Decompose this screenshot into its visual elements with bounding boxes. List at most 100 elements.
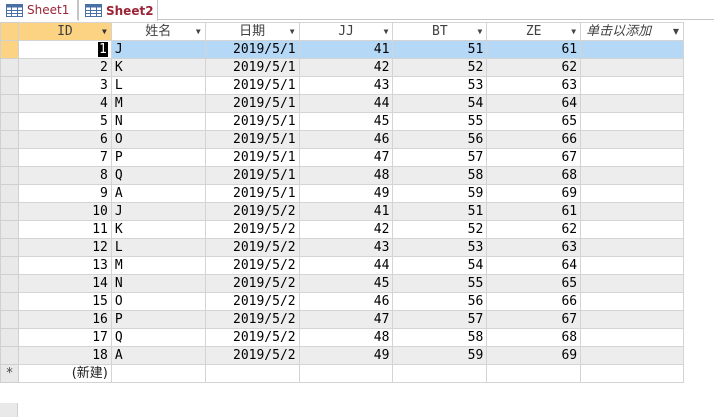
- row-selector[interactable]: [0, 40, 19, 59]
- cell-bt[interactable]: 56: [392, 292, 488, 311]
- cell-jj[interactable]: 42: [298, 58, 394, 77]
- table-row[interactable]: 7 P 2019/5/1 47 57 67: [0, 148, 714, 167]
- cell-jj[interactable]: 46: [298, 292, 394, 311]
- cell-ze[interactable]: 61: [486, 40, 582, 59]
- chevron-down-icon[interactable]: ▼: [384, 24, 389, 40]
- cell-ze[interactable]: 64: [486, 94, 582, 113]
- cell-jj[interactable]: 43: [298, 238, 394, 257]
- cell-ze[interactable]: 66: [486, 292, 582, 311]
- cell-jj[interactable]: 41: [298, 40, 394, 59]
- table-row[interactable]: 17 Q 2019/5/2 48 58 68: [0, 328, 714, 347]
- cell-id[interactable]: 7: [17, 148, 112, 167]
- cell-name[interactable]: N: [110, 112, 206, 131]
- cell-ze[interactable]: 68: [486, 166, 582, 185]
- cell-jj[interactable]: 47: [298, 310, 394, 329]
- cell-name[interactable]: Q: [110, 166, 206, 185]
- table-row[interactable]: 10 J 2019/5/2 41 51 61: [0, 202, 714, 221]
- column-header-bt[interactable]: BT ▼: [392, 22, 488, 41]
- cell-jj[interactable]: 45: [298, 274, 394, 293]
- row-selector[interactable]: [0, 220, 19, 239]
- cell-jj[interactable]: 48: [298, 166, 394, 185]
- cell-name[interactable]: N: [110, 274, 206, 293]
- cell-id[interactable]: 4: [17, 94, 112, 113]
- cell-id[interactable]: 10: [17, 202, 112, 221]
- cell-date[interactable]: 2019/5/1: [204, 166, 300, 185]
- chevron-down-icon[interactable]: ▼: [673, 24, 679, 40]
- cell-date[interactable]: 2019/5/1: [204, 58, 300, 77]
- cell-jj[interactable]: 43: [298, 76, 394, 95]
- row-selector[interactable]: [0, 310, 19, 329]
- chevron-down-icon[interactable]: ▼: [571, 24, 576, 40]
- column-header-jj[interactable]: JJ ▼: [298, 22, 394, 41]
- cell-ze[interactable]: 62: [486, 220, 582, 239]
- cell-date[interactable]: 2019/5/2: [204, 238, 300, 257]
- tab-sheet1[interactable]: Sheet1: [0, 0, 78, 20]
- cell-date[interactable]: 2019/5/2: [204, 202, 300, 221]
- chevron-down-icon[interactable]: ▼: [290, 24, 295, 40]
- cell-ze[interactable]: 67: [486, 148, 582, 167]
- cell-bt[interactable]: 53: [392, 76, 488, 95]
- table-row[interactable]: 8 Q 2019/5/1 48 58 68: [0, 166, 714, 185]
- cell-id[interactable]: 3: [17, 76, 112, 95]
- cell-ze[interactable]: 63: [486, 76, 582, 95]
- row-selector[interactable]: [0, 202, 19, 221]
- cell-id[interactable]: 12: [17, 238, 112, 257]
- cell-name[interactable]: M: [110, 256, 206, 275]
- cell-jj[interactable]: 41: [298, 202, 394, 221]
- cell-jj[interactable]: 46: [298, 130, 394, 149]
- cell-ze[interactable]: 63: [486, 238, 582, 257]
- cell-name[interactable]: K: [110, 220, 206, 239]
- row-selector[interactable]: [0, 274, 19, 293]
- select-all-corner[interactable]: [0, 22, 19, 41]
- row-selector[interactable]: [0, 166, 19, 185]
- cell-name[interactable]: [110, 364, 206, 383]
- cell-add-new[interactable]: [580, 112, 685, 131]
- cell-bt[interactable]: [392, 364, 488, 383]
- cell-bt[interactable]: 54: [392, 256, 488, 275]
- cell-id[interactable]: 11: [17, 220, 112, 239]
- column-header-add-new[interactable]: 单击以添加 ▼: [580, 22, 685, 41]
- cell-date[interactable]: 2019/5/1: [204, 184, 300, 203]
- column-header-name[interactable]: 姓名 ▼: [110, 22, 206, 41]
- cell-add-new[interactable]: [580, 76, 685, 95]
- table-row[interactable]: 2 K 2019/5/1 42 52 62: [0, 58, 714, 77]
- cell-add-new[interactable]: [580, 292, 685, 311]
- cell-ze[interactable]: 68: [486, 328, 582, 347]
- cell-bt[interactable]: 55: [392, 274, 488, 293]
- cell-jj[interactable]: 44: [298, 256, 394, 275]
- cell-id[interactable]: 13: [17, 256, 112, 275]
- cell-bt[interactable]: 55: [392, 112, 488, 131]
- row-selector[interactable]: [0, 238, 19, 257]
- cell-name[interactable]: L: [110, 238, 206, 257]
- table-row[interactable]: 11 K 2019/5/2 42 52 62: [0, 220, 714, 239]
- cell-ze[interactable]: 66: [486, 130, 582, 149]
- row-selector[interactable]: [0, 184, 19, 203]
- cell-bt[interactable]: 58: [392, 166, 488, 185]
- cell-bt[interactable]: 56: [392, 130, 488, 149]
- table-row[interactable]: 5 N 2019/5/1 45 55 65: [0, 112, 714, 131]
- table-row[interactable]: 9 A 2019/5/1 49 59 69: [0, 184, 714, 203]
- chevron-down-icon[interactable]: ▼: [102, 24, 107, 40]
- cell-name[interactable]: L: [110, 76, 206, 95]
- column-header-date[interactable]: 日期 ▼: [204, 22, 300, 41]
- cell-add-new[interactable]: [580, 346, 685, 365]
- table-row[interactable]: 18 A 2019/5/2 49 59 69: [0, 346, 714, 365]
- cell-name[interactable]: K: [110, 58, 206, 77]
- cell-add-new[interactable]: [580, 130, 685, 149]
- cell-date[interactable]: 2019/5/1: [204, 112, 300, 131]
- table-row[interactable]: 12 L 2019/5/2 43 53 63: [0, 238, 714, 257]
- cell-date[interactable]: 2019/5/1: [204, 40, 300, 59]
- cell-date[interactable]: 2019/5/2: [204, 346, 300, 365]
- cell-add-new[interactable]: [580, 202, 685, 221]
- cell-ze[interactable]: 69: [486, 346, 582, 365]
- cell-add-new[interactable]: [580, 184, 685, 203]
- cell-add-new[interactable]: [580, 274, 685, 293]
- cell-jj[interactable]: 44: [298, 94, 394, 113]
- cell-jj[interactable]: 48: [298, 328, 394, 347]
- row-selector[interactable]: [0, 112, 19, 131]
- cell-add-new[interactable]: [580, 94, 685, 113]
- cell-name[interactable]: J: [110, 40, 206, 59]
- cell-add-new[interactable]: [580, 256, 685, 275]
- cell-ze[interactable]: 65: [486, 112, 582, 131]
- row-selector[interactable]: [0, 148, 19, 167]
